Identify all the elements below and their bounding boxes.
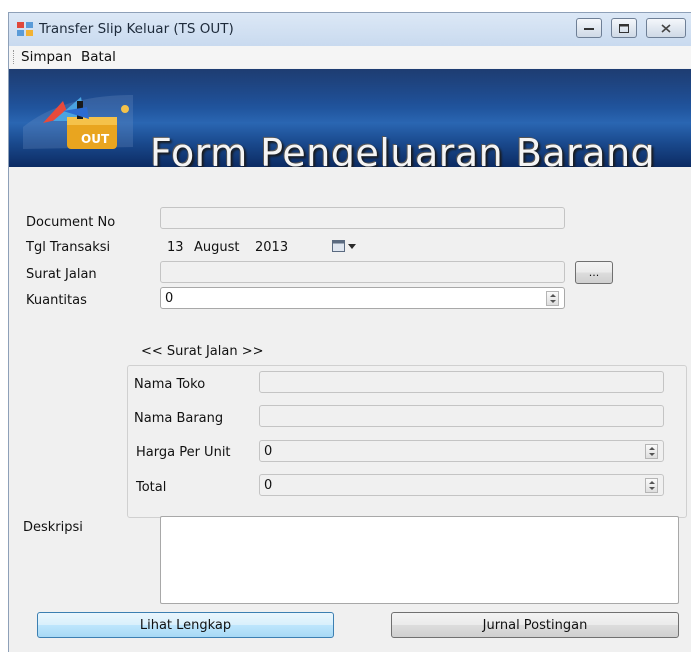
- harga-per-unit-spinner[interactable]: [645, 444, 658, 459]
- deskripsi-label: Deskripsi: [23, 520, 83, 535]
- tgl-transaksi-label: Tgl Transaksi: [26, 240, 111, 255]
- surat-jalan-label: Surat Jalan: [26, 267, 97, 282]
- out-box-icon: OUT: [23, 95, 133, 149]
- nama-barang-field[interactable]: [259, 405, 664, 427]
- header-banner: OUT Form Pengeluaran Barang: [9, 69, 691, 167]
- banner-title: Form Pengeluaran Barang: [150, 131, 656, 167]
- document-no-label: Document No: [26, 215, 116, 230]
- menu-bar: Simpan Batal: [9, 46, 691, 68]
- date-year: 2013: [255, 240, 289, 255]
- tgl-transaksi-datepicker[interactable]: 13 August 2013: [160, 234, 370, 256]
- spin-up-icon: [550, 294, 556, 297]
- out-badge-text: OUT: [81, 132, 110, 146]
- menu-batal[interactable]: Batal: [81, 49, 116, 65]
- menu-grip: [13, 50, 16, 64]
- spin-up-icon: [649, 447, 655, 450]
- harga-per-unit-label: Harga Per Unit: [136, 445, 231, 460]
- spin-down-icon: [649, 487, 655, 490]
- lihat-lengkap-button[interactable]: Lihat Lengkap: [37, 612, 334, 638]
- nama-toko-field[interactable]: [259, 371, 664, 393]
- date-month: August: [194, 240, 240, 255]
- jurnal-postingan-button[interactable]: Jurnal Postingan: [391, 612, 679, 638]
- spin-down-icon: [649, 453, 655, 456]
- window-app-icon: [17, 22, 33, 36]
- harga-per-unit-input[interactable]: 0: [259, 440, 664, 462]
- kuantitas-spinner[interactable]: [546, 291, 559, 306]
- minimize-icon: [577, 19, 601, 37]
- kuantitas-input[interactable]: 0: [160, 287, 565, 309]
- deskripsi-textarea[interactable]: [160, 516, 679, 604]
- calendar-dropdown-icon[interactable]: [332, 239, 358, 253]
- minimize-button[interactable]: [576, 18, 602, 38]
- spin-up-icon: [649, 481, 655, 484]
- menu-simpan[interactable]: Simpan: [21, 49, 72, 65]
- close-button[interactable]: [646, 18, 686, 38]
- date-day: 13: [167, 240, 184, 255]
- maximize-icon: [612, 19, 636, 37]
- spin-down-icon: [550, 300, 556, 303]
- kuantitas-label: Kuantitas: [26, 293, 87, 308]
- close-icon: [647, 19, 685, 37]
- app-window: Transfer Slip Keluar (TS OUT) Simpan Bat…: [8, 12, 691, 652]
- title-bar[interactable]: Transfer Slip Keluar (TS OUT): [9, 13, 691, 46]
- total-label: Total: [136, 480, 167, 495]
- window-title: Transfer Slip Keluar (TS OUT): [39, 21, 234, 37]
- nama-toko-label: Nama Toko: [134, 377, 206, 392]
- surat-jalan-group-title: << Surat Jalan >>: [138, 344, 267, 359]
- surat-jalan-field[interactable]: [160, 261, 565, 283]
- document-no-field[interactable]: [160, 207, 565, 229]
- nama-barang-label: Nama Barang: [134, 411, 224, 426]
- maximize-button[interactable]: [611, 18, 637, 38]
- surat-jalan-browse-button[interactable]: ...: [575, 261, 613, 284]
- total-spinner[interactable]: [645, 478, 658, 493]
- total-input[interactable]: 0: [259, 474, 664, 496]
